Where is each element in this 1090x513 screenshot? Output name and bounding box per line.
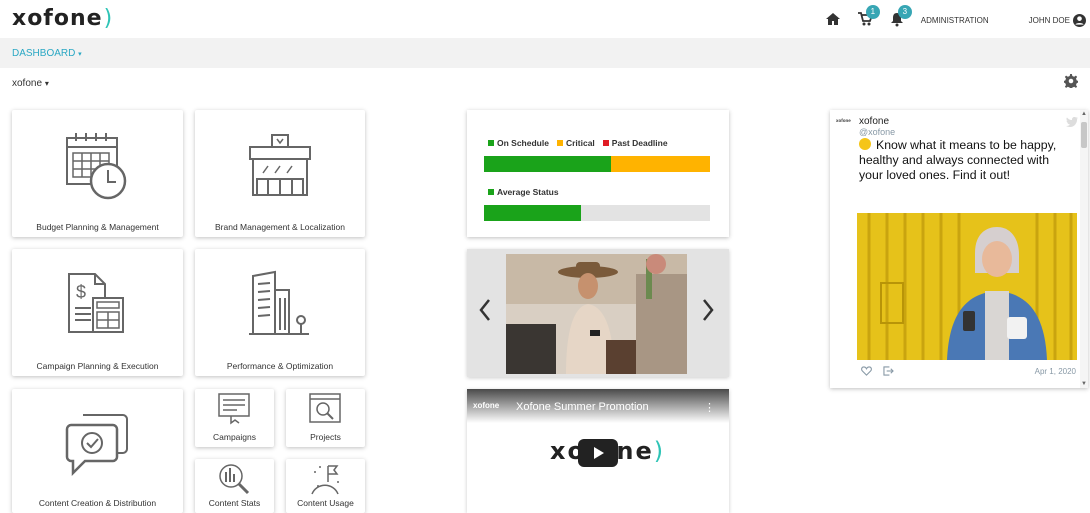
play-button[interactable] bbox=[578, 439, 618, 467]
scrollbar-thumb[interactable] bbox=[1081, 122, 1087, 148]
tile-campaigns[interactable]: Campaigns bbox=[195, 389, 274, 447]
image-carousel bbox=[467, 249, 729, 377]
tweet-text: Know what it means to be happy, healthy … bbox=[859, 138, 1057, 182]
tweet-date[interactable]: Apr 1, 2020 bbox=[1035, 367, 1076, 376]
thinking-emoji-icon bbox=[859, 138, 871, 150]
legend-swatch bbox=[488, 140, 494, 146]
chevron-left-icon[interactable] bbox=[477, 297, 493, 323]
video-player[interactable]: xofone Xofone Summer Promotion ⋮ xof ne) bbox=[467, 389, 729, 513]
tile-content-stats[interactable]: Content Stats bbox=[195, 459, 274, 513]
legend-swatch bbox=[602, 140, 609, 146]
svg-text:$: $ bbox=[76, 282, 86, 302]
buildings-icon bbox=[249, 270, 309, 335]
tweet-handle[interactable]: @xofone bbox=[859, 127, 895, 137]
sub-navbar: DASHBOARD ▾ bbox=[0, 38, 1090, 68]
bell-icon[interactable]: 3 bbox=[889, 5, 912, 29]
schedule-status-bar bbox=[484, 156, 710, 172]
tile-label: Budget Planning & Management bbox=[36, 222, 159, 232]
video-channel-logo: xofone bbox=[473, 401, 500, 410]
caret-down-icon: ▾ bbox=[78, 51, 82, 58]
home-icon[interactable] bbox=[825, 11, 843, 29]
chart-magnifier-icon bbox=[219, 464, 250, 495]
video-menu-icon[interactable]: ⋮ bbox=[704, 401, 715, 414]
play-icon bbox=[594, 447, 604, 459]
moon-flag-icon bbox=[311, 465, 339, 495]
calendar-clock-icon bbox=[66, 133, 127, 200]
workspace-selector[interactable]: xofone ▾ bbox=[12, 78, 49, 89]
user-menu[interactable]: JOHN DOE bbox=[1028, 13, 1086, 27]
project-status-card: On Schedule Critical Past Deadline Avera… bbox=[467, 110, 729, 237]
campaigns-icon bbox=[218, 393, 250, 425]
tweet-account-name[interactable]: xofone bbox=[859, 116, 889, 127]
tweet-footer: Apr 1, 2020 bbox=[861, 366, 1076, 378]
user-name: JOHN DOE bbox=[1028, 15, 1070, 25]
video-title[interactable]: Xofone Summer Promotion bbox=[516, 401, 649, 413]
legend-critical: Critical bbox=[556, 138, 595, 148]
tile-label: Projects bbox=[310, 432, 341, 442]
tile-content-creation[interactable]: Content Creation & Distribution bbox=[12, 389, 183, 513]
user-avatar-icon bbox=[1073, 13, 1086, 27]
scroll-down-icon[interactable]: ▼ bbox=[1081, 381, 1087, 387]
tile-label: Brand Management & Localization bbox=[215, 222, 345, 232]
chevron-right-icon[interactable] bbox=[700, 297, 716, 323]
tile-brand-management[interactable]: Brand Management & Localization bbox=[195, 110, 365, 237]
legend-swatch bbox=[556, 140, 563, 146]
tile-budget-planning[interactable]: Budget Planning & Management bbox=[12, 110, 183, 237]
heart-icon[interactable] bbox=[861, 366, 872, 376]
average-status-label: Average Status bbox=[488, 187, 559, 197]
top-navbar: xofone) 1 3 ADMINISTRATION JOHN DOE bbox=[0, 0, 1090, 38]
tweet-embed: xofone xofone @xofone Know what it means… bbox=[830, 110, 1088, 388]
status-legend: On Schedule Critical Past Deadline bbox=[488, 138, 676, 148]
invoice-calculator-icon: $ bbox=[68, 273, 124, 333]
dashboard-menu[interactable]: DASHBOARD ▾ bbox=[12, 48, 82, 59]
chat-check-icon bbox=[65, 414, 128, 477]
legend-on-schedule: On Schedule bbox=[488, 138, 549, 148]
tile-campaign-planning[interactable]: $ Campaign Planning & Execution bbox=[12, 249, 183, 376]
projects-icon bbox=[309, 393, 341, 423]
storefront-icon bbox=[249, 134, 311, 196]
tile-label: Campaign Planning & Execution bbox=[36, 361, 159, 371]
cart-badge: 1 bbox=[865, 5, 880, 19]
app-logo[interactable]: xofone) bbox=[12, 6, 113, 31]
tweet-avatar-logo[interactable]: xofone bbox=[836, 118, 851, 123]
notification-badge: 3 bbox=[897, 5, 912, 19]
carousel-photo bbox=[506, 254, 687, 374]
caret-down-icon: ▾ bbox=[44, 79, 49, 88]
gear-icon[interactable] bbox=[1064, 74, 1078, 88]
share-icon[interactable] bbox=[883, 366, 894, 376]
critical-segment bbox=[610, 156, 710, 172]
average-status-bar bbox=[484, 205, 710, 221]
tile-label: Performance & Optimization bbox=[226, 361, 334, 371]
legend-swatch bbox=[488, 189, 494, 195]
twitter-bird-icon[interactable] bbox=[1066, 117, 1078, 127]
tile-performance[interactable]: Performance & Optimization bbox=[195, 249, 365, 376]
tweet-image[interactable] bbox=[857, 213, 1077, 360]
cart-icon[interactable]: 1 bbox=[857, 5, 880, 29]
tweet-scrollbar[interactable]: ▲ ▼ bbox=[1080, 110, 1088, 388]
legend-past-deadline: Past Deadline bbox=[602, 138, 668, 148]
average-fill bbox=[484, 205, 582, 221]
tile-label: Content Stats bbox=[208, 498, 261, 508]
tile-label: Campaigns bbox=[213, 432, 256, 442]
header-actions: 1 3 ADMINISTRATION JOHN DOE bbox=[825, 5, 1086, 32]
on-schedule-segment bbox=[484, 156, 611, 172]
tile-label: Content Creation & Distribution bbox=[38, 498, 157, 508]
tile-label: Content Usage bbox=[297, 498, 354, 508]
scroll-up-icon[interactable]: ▲ bbox=[1081, 111, 1087, 117]
tile-content-usage[interactable]: Content Usage bbox=[286, 459, 365, 513]
tile-projects[interactable]: Projects bbox=[286, 389, 365, 447]
administration-link[interactable]: ADMINISTRATION bbox=[921, 16, 989, 25]
